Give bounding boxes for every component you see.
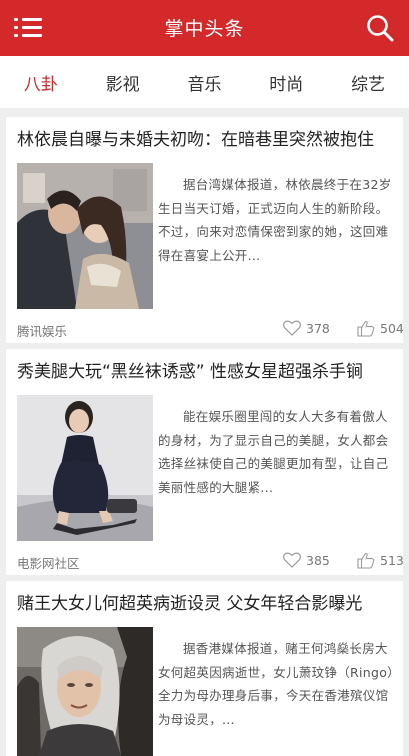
news-summary: 据台湾媒体报道，林依晨终于在32岁生日当天订婚，正式迈向人生的新阶段。不过，向来… [158,177,392,263]
thumbs-up-stat[interactable]: 513 [357,552,404,569]
news-source: 腾讯娱乐 [17,324,68,339]
thumbs-up-count: 504 [380,321,404,336]
category-tabs: 八卦 影视 音乐 时尚 综艺 [0,56,409,108]
thumbs-up-icon [357,552,375,569]
like-count: 385 [306,552,330,568]
like-stat[interactable]: 385 [283,552,330,568]
news-title[interactable]: 赌王大女儿何超英病逝设灵 父女年轻合影曝光 [17,591,395,617]
thumbs-up-count: 513 [380,553,404,568]
tab-gossip[interactable]: 八卦 [0,70,82,95]
news-summary: 据香港媒体报道，赌王何鸿燊长房大女何超英因病逝世，女儿萧玟铮（Ringo）全力为… [158,641,394,727]
news-summary: 能在娱乐圈里闯的女人大多有着傲人的身材，为了显示自己的美腿，女人都会选择丝袜使自… [158,409,389,495]
news-thumbnail[interactable] [17,395,153,541]
news-title[interactable]: 秀美腿大玩“黑丝袜诱惑” 性感女星超强杀手锏 [17,359,395,385]
search-icon[interactable] [365,13,395,43]
news-card[interactable]: 赌王大女儿何超英病逝设灵 父女年轻合影曝光 据香港媒体报道，赌王何鸿燊长房大女何… [6,581,403,756]
page-title: 掌中头条 [164,18,245,40]
news-thumbnail[interactable] [17,163,153,309]
news-footer: 电影网社区 385 513 [17,549,404,573]
news-source: 电影网社区 [17,556,80,571]
like-count: 378 [306,320,330,336]
app-header: 掌中头条 [0,0,409,56]
thumbs-up-stat[interactable]: 504 [357,320,404,337]
thumbs-up-icon [357,320,375,337]
tab-music[interactable]: 音乐 [164,70,246,95]
news-card[interactable]: 林依晨自曝与未婚夫初吻：在暗巷里突然被抱住 据台湾媒体报道，林依晨终于在32岁生… [6,117,404,343]
like-stat[interactable]: 378 [283,320,330,336]
news-card[interactable]: 秀美腿大玩“黑丝袜诱惑” 性感女星超强杀手锏 能在娱乐圈里闯的女人大多有着傲人的… [6,349,404,575]
news-footer: 腾讯娱乐 378 504 [17,317,404,341]
tab-fashion[interactable]: 时尚 [245,70,327,95]
news-title[interactable]: 林依晨自曝与未婚夫初吻：在暗巷里突然被抱住 [17,127,395,153]
tab-variety[interactable]: 综艺 [327,70,409,95]
news-thumbnail[interactable] [17,627,153,756]
heart-icon [283,320,301,336]
heart-icon [283,552,301,568]
tab-film-tv[interactable]: 影视 [82,70,164,95]
